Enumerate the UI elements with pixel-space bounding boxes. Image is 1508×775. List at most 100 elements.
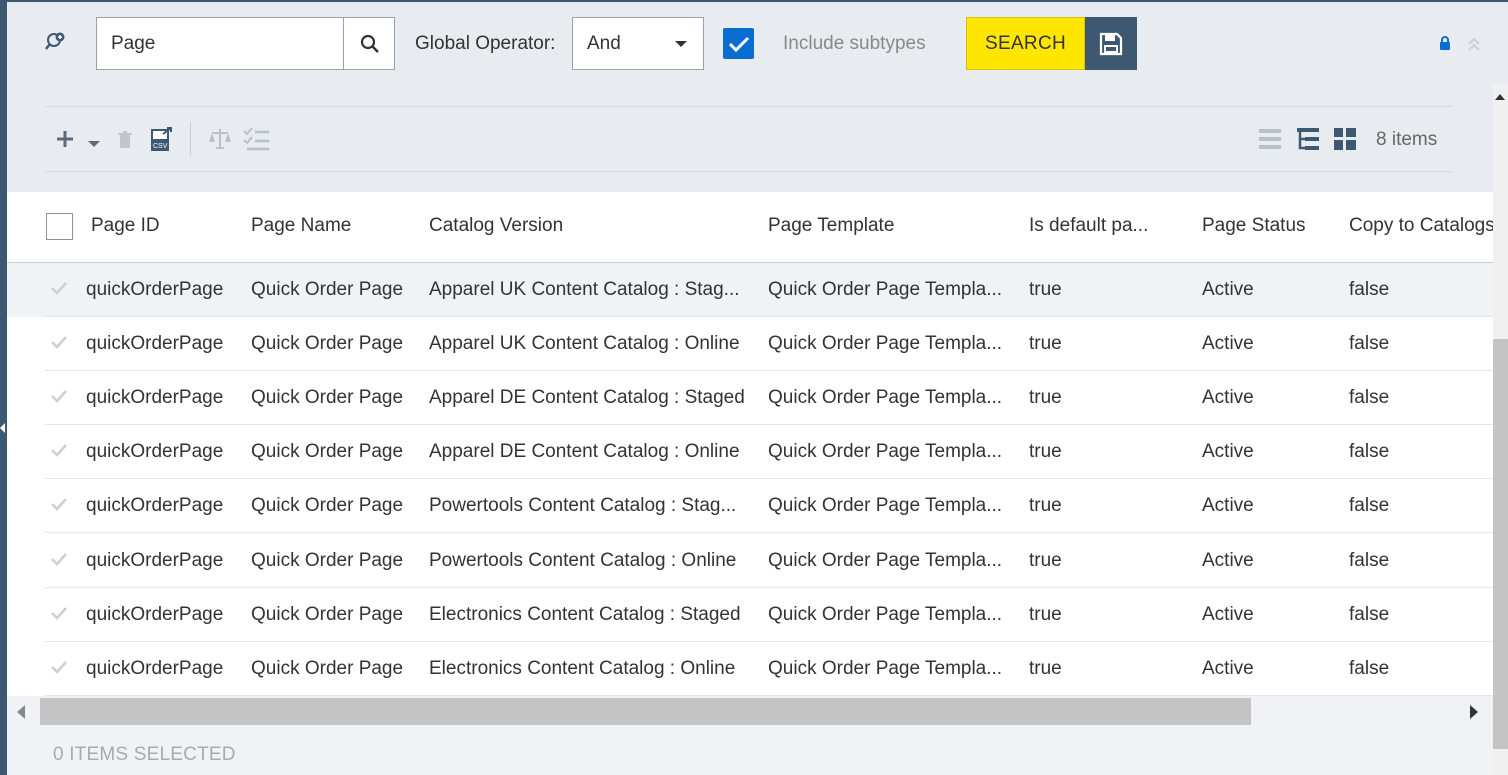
include-subtypes-label: Include subtypes bbox=[783, 33, 926, 54]
column-header-catalog-version[interactable]: Catalog Version bbox=[429, 215, 563, 237]
table-row[interactable]: quickOrderPage Quick Order Page Apparel DE… bbox=[7, 371, 1493, 425]
cell-page-id: quickOrderPage bbox=[86, 658, 224, 679]
table-row[interactable]: quickOrderPage Quick Order Page Apparel DE… bbox=[7, 425, 1493, 479]
cell-page-template: Quick Order Page Templa... bbox=[768, 387, 1003, 408]
cell-copy-to-catalogs: false bbox=[1349, 333, 1390, 354]
row-check-icon[interactable] bbox=[51, 335, 67, 354]
cell-page-status: Active bbox=[1202, 658, 1254, 679]
cell-page-template: Quick Order Page Templa... bbox=[768, 604, 1003, 625]
vertical-scrollbar[interactable] bbox=[1493, 84, 1508, 775]
results-table: Page ID Page Name Catalog Version Page T… bbox=[7, 192, 1493, 696]
cell-catalog-version: Powertools Content Catalog : Online bbox=[429, 550, 737, 571]
row-check-icon[interactable] bbox=[51, 443, 67, 462]
global-operator-select[interactable]: And bbox=[572, 17, 704, 70]
cell-page-status: Active bbox=[1202, 495, 1254, 516]
cell-page-id: quickOrderPage bbox=[86, 604, 224, 625]
tree-view-icon[interactable] bbox=[1297, 128, 1319, 155]
cell-page-template: Quick Order Page Templa... bbox=[768, 550, 1003, 571]
select-all-checkbox[interactable] bbox=[46, 213, 73, 240]
row-check-icon[interactable] bbox=[51, 497, 67, 516]
cell-page-name: Quick Order Page bbox=[251, 604, 404, 625]
check-icon bbox=[728, 36, 749, 52]
cell-page-name: Quick Order Page bbox=[251, 333, 404, 354]
advanced-search-icon[interactable] bbox=[45, 30, 69, 54]
cell-copy-to-catalogs: false bbox=[1349, 441, 1390, 462]
column-header-page-status[interactable]: Page Status bbox=[1202, 215, 1306, 237]
dropdown-icon[interactable] bbox=[88, 136, 100, 154]
scroll-up-icon[interactable] bbox=[1495, 94, 1505, 100]
global-operator-value: And bbox=[587, 33, 621, 54]
search-bar: Global Operator: And Include subtypes SE… bbox=[7, 0, 1508, 84]
cell-is-default: true bbox=[1029, 604, 1062, 625]
global-operator-label: Global Operator: bbox=[415, 33, 556, 54]
toolbar-separator bbox=[190, 122, 191, 156]
row-check-icon[interactable] bbox=[51, 606, 67, 625]
grid-view-icon[interactable] bbox=[1334, 128, 1356, 155]
column-header-page-id[interactable]: Page ID bbox=[91, 215, 160, 237]
cell-copy-to-catalogs: false bbox=[1349, 604, 1390, 625]
scrollbar-thumb[interactable] bbox=[1493, 339, 1508, 749]
cell-page-id: quickOrderPage bbox=[86, 550, 224, 571]
cell-page-id: quickOrderPage bbox=[86, 495, 224, 516]
scroll-right-icon[interactable] bbox=[1470, 705, 1478, 719]
table-row[interactable]: quickOrderPage Quick Order Page Powertools… bbox=[7, 534, 1493, 588]
table-row[interactable]: quickOrderPage Quick Order Page Apparel UK… bbox=[7, 263, 1493, 317]
row-check-icon[interactable] bbox=[51, 281, 67, 300]
row-check-icon[interactable] bbox=[51, 660, 67, 679]
cell-page-name: Quick Order Page bbox=[251, 387, 404, 408]
cell-page-id: quickOrderPage bbox=[86, 279, 224, 300]
column-header-is-default[interactable]: Is default pa... bbox=[1029, 215, 1148, 237]
cell-page-template: Quick Order Page Templa... bbox=[768, 333, 1003, 354]
table-row[interactable]: quickOrderPage Quick Order Page Electronic… bbox=[7, 588, 1493, 642]
search-input[interactable] bbox=[97, 18, 343, 69]
include-subtypes-checkbox[interactable] bbox=[723, 28, 754, 59]
cell-catalog-version: Apparel DE Content Catalog : Online bbox=[429, 441, 740, 462]
csv-export-icon[interactable]: CSV bbox=[149, 126, 173, 157]
cell-copy-to-catalogs: false bbox=[1349, 658, 1390, 679]
cell-copy-to-catalogs: false bbox=[1349, 495, 1390, 516]
column-header-copy-to-catalogs[interactable]: Copy to Catalogs bbox=[1349, 215, 1493, 237]
cell-catalog-version: Apparel UK Content Catalog : Stag... bbox=[429, 279, 740, 300]
column-header-page-template[interactable]: Page Template bbox=[768, 215, 894, 237]
cell-page-status: Active bbox=[1202, 387, 1254, 408]
add-icon[interactable] bbox=[55, 128, 75, 155]
cell-catalog-version: Apparel UK Content Catalog : Online bbox=[429, 333, 740, 354]
scrollbar-thumb[interactable] bbox=[40, 698, 1251, 725]
list-toolbar: CSV 8 items bbox=[7, 84, 1493, 192]
table-row[interactable]: quickOrderPage Quick Order Page Electronic… bbox=[7, 642, 1493, 696]
lock-icon[interactable] bbox=[1439, 36, 1451, 55]
cell-page-status: Active bbox=[1202, 604, 1254, 625]
search-field bbox=[96, 17, 395, 70]
cell-page-template: Quick Order Page Templa... bbox=[768, 658, 1003, 679]
compare-icon[interactable] bbox=[208, 128, 232, 155]
search-icon-button[interactable] bbox=[343, 18, 395, 69]
cell-catalog-version: Apparel DE Content Catalog : Staged bbox=[429, 387, 745, 408]
scroll-left-icon[interactable] bbox=[17, 705, 25, 719]
expand-panel-icon[interactable] bbox=[0, 423, 5, 433]
cell-page-name: Quick Order Page bbox=[251, 658, 404, 679]
cell-page-status: Active bbox=[1202, 279, 1254, 300]
table-row[interactable]: quickOrderPage Quick Order Page Powertools… bbox=[7, 479, 1493, 533]
column-header-page-name[interactable]: Page Name bbox=[251, 215, 351, 237]
row-divider bbox=[45, 532, 1493, 533]
bulk-edit-icon[interactable] bbox=[243, 126, 269, 157]
cell-page-status: Active bbox=[1202, 333, 1254, 354]
search-button[interactable]: SEARCH bbox=[966, 17, 1085, 70]
horizontal-scrollbar[interactable] bbox=[7, 696, 1493, 727]
row-check-icon[interactable] bbox=[51, 389, 67, 408]
cell-is-default: true bbox=[1029, 279, 1062, 300]
table-row[interactable]: quickOrderPage Quick Order Page Apparel UK… bbox=[7, 317, 1493, 371]
cell-is-default: true bbox=[1029, 495, 1062, 516]
save-search-button[interactable] bbox=[1085, 17, 1137, 70]
row-check-icon[interactable] bbox=[51, 552, 67, 571]
selection-footer: 0 ITEMS SELECTED bbox=[7, 727, 1493, 775]
list-view-icon[interactable] bbox=[1259, 128, 1281, 155]
cell-page-id: quickOrderPage bbox=[86, 441, 224, 462]
selection-status: 0 ITEMS SELECTED bbox=[53, 744, 236, 765]
cell-page-id: quickOrderPage bbox=[86, 333, 224, 354]
items-count: 8 items bbox=[1376, 129, 1438, 150]
cell-is-default: true bbox=[1029, 387, 1062, 408]
svg-text:CSV: CSV bbox=[153, 143, 168, 150]
collapse-up-icon[interactable] bbox=[1467, 36, 1481, 57]
delete-icon[interactable] bbox=[117, 131, 133, 154]
